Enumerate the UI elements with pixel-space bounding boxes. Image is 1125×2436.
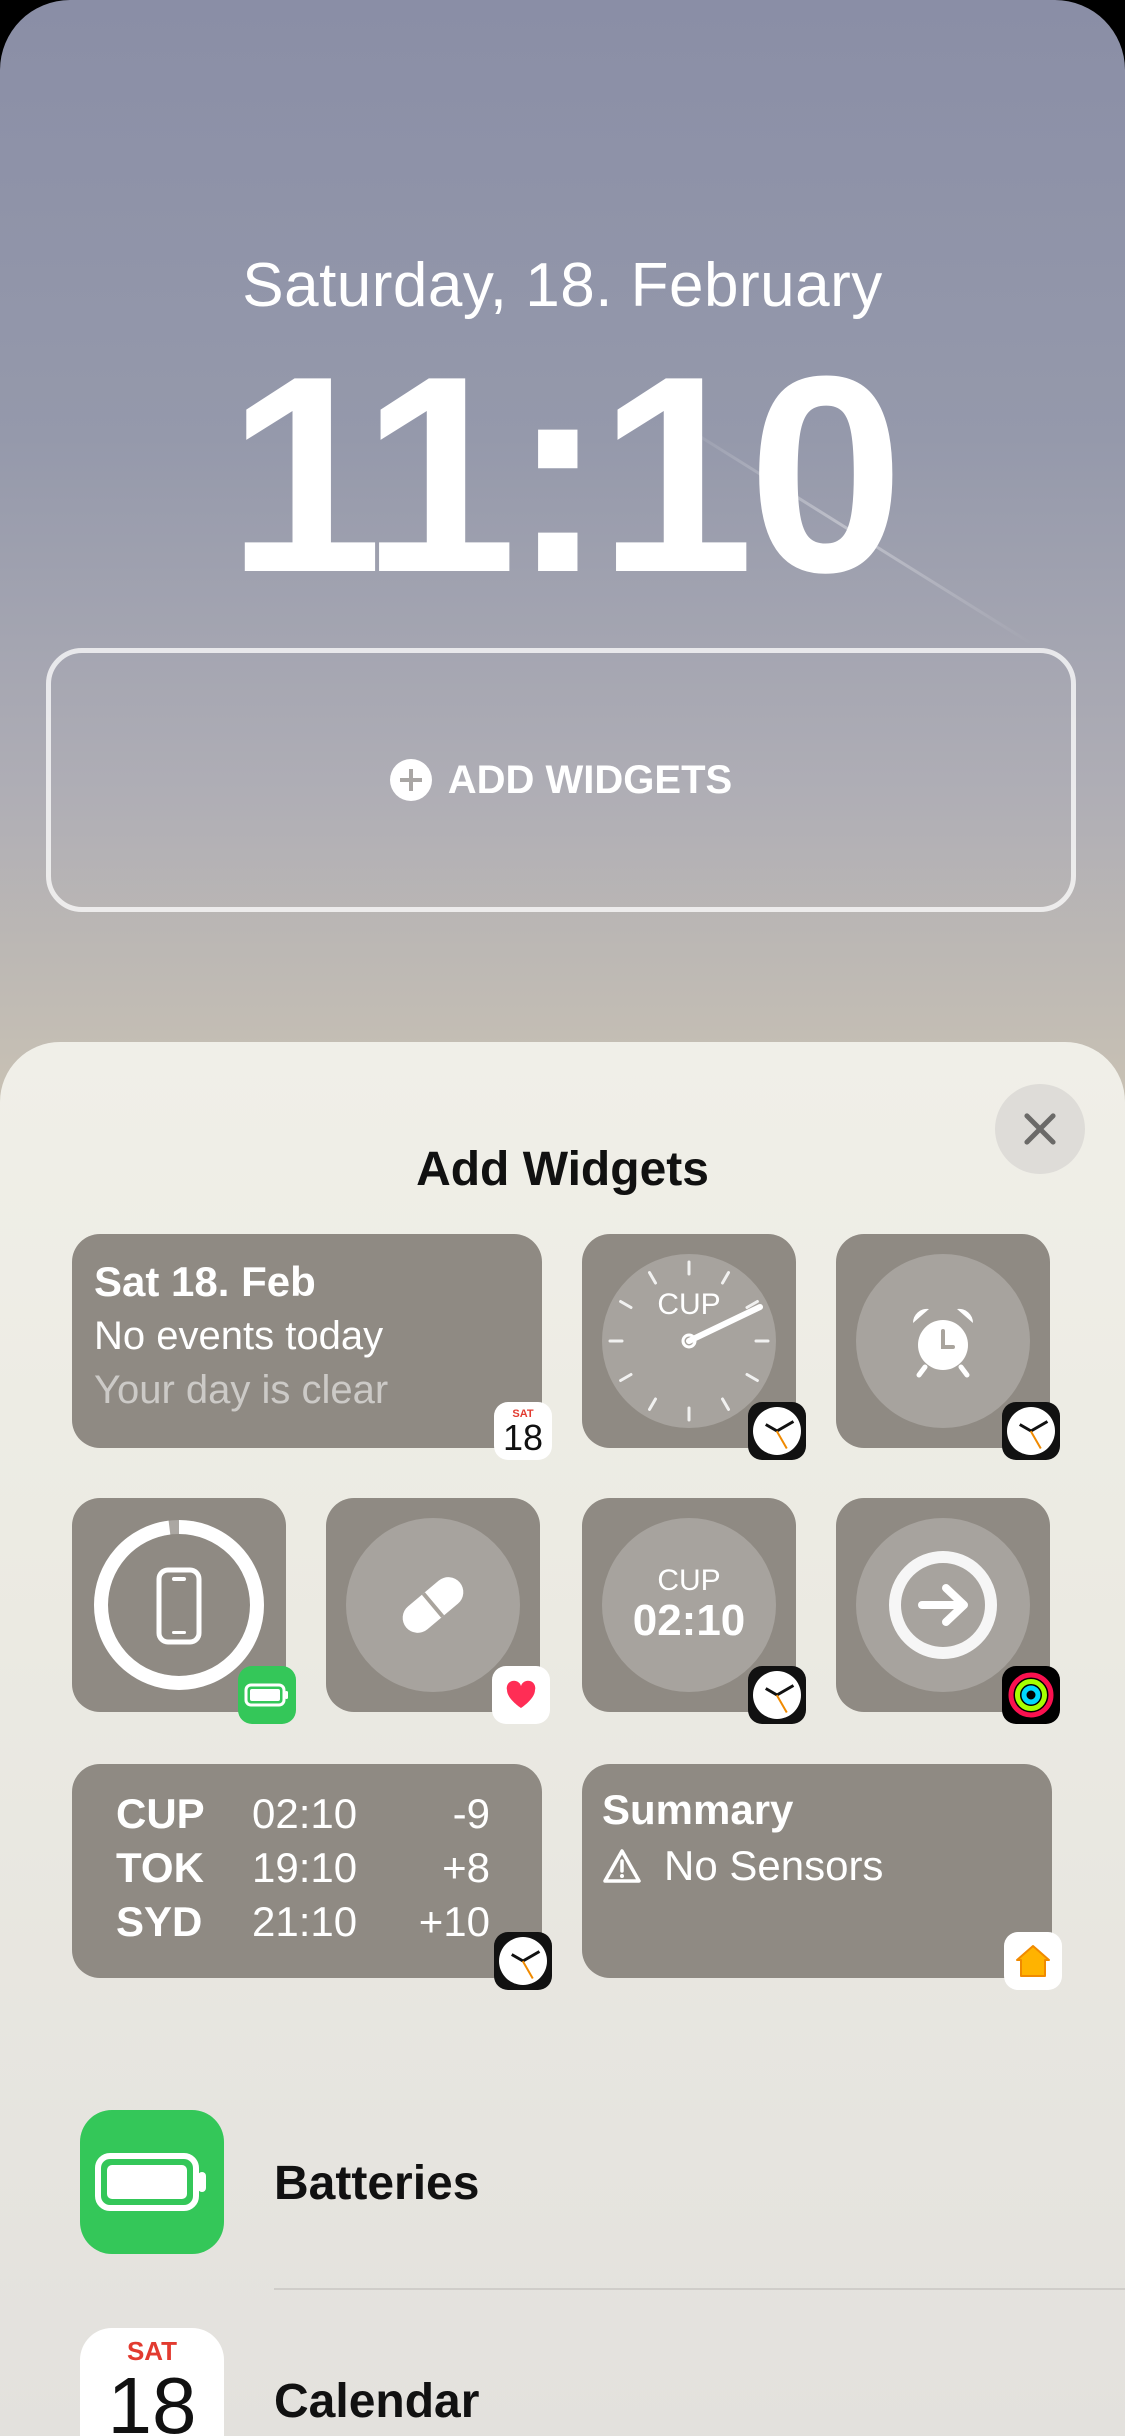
batteries-app-icon — [80, 2110, 224, 2254]
analog-clock-face: CUP — [602, 1254, 776, 1428]
analog-clock-widget[interactable]: CUP — [582, 1234, 806, 1460]
add-widgets-area[interactable]: ADD WIDGETS — [46, 648, 1076, 912]
world-clock-table: CUP 02:10 -9 TOK 19:10 +8 SYD 21:10 +10 — [116, 1790, 516, 1952]
house-icon — [1016, 1945, 1050, 1977]
world-clock-city: CUP — [116, 1790, 205, 1837]
clock-icon — [1007, 1407, 1055, 1455]
world-clock-offset: -9 — [452, 1790, 490, 1837]
home-summary-status-row: No Sensors — [602, 1842, 883, 1890]
clock-app-badge — [494, 1932, 552, 1990]
world-clock-time: 02:10 — [252, 1790, 358, 1837]
fitness-app-badge — [1002, 1666, 1060, 1724]
battery-ring — [94, 1520, 264, 1690]
add-widgets-label: ADD WIDGETS — [447, 757, 733, 802]
medications-widget[interactable] — [326, 1498, 550, 1724]
fitness-widget[interactable] — [836, 1498, 1060, 1724]
medications-circle — [346, 1518, 520, 1692]
calendar-widget-line2: Your day is clear — [94, 1368, 389, 1412]
health-app-badge — [492, 1666, 550, 1724]
alarm-widget[interactable] — [836, 1234, 1060, 1460]
calendar-widget-line1: No events today — [94, 1314, 384, 1358]
calendar-badge-day: 18 — [502, 1416, 544, 1458]
clock-icon — [753, 1671, 801, 1719]
digital-clock-circle: CUP 02:10 — [602, 1518, 776, 1692]
calendar-app-icon: SAT 18 — [80, 2328, 224, 2436]
fitness-circle — [856, 1518, 1030, 1692]
world-clock-row: TOK 19:10 +8 — [116, 1844, 516, 1898]
calendar-icon-day: 18 — [107, 2361, 197, 2436]
lock-date[interactable]: Saturday, 18. February — [0, 250, 1125, 321]
home-summary-widget[interactable]: Summary No Sensors — [582, 1764, 1062, 1990]
clock-app-badge — [1002, 1402, 1060, 1460]
lock-time[interactable]: 11:10 — [0, 335, 1125, 615]
alarm-circle — [856, 1254, 1030, 1428]
lock-screen: Saturday, 18. February 11:10 ADD WIDGETS… — [0, 0, 1125, 2436]
app-list-item-batteries[interactable]: Batteries — [0, 2110, 1125, 2260]
world-clock-offset: +8 — [442, 1844, 490, 1891]
app-list-label: Batteries — [274, 2157, 480, 2210]
clock-app-badge — [748, 1666, 806, 1724]
world-clock-time: 19:10 — [252, 1844, 358, 1891]
calendar-widget[interactable]: Sat 18. Feb No events today Your day is … — [72, 1234, 552, 1460]
home-summary-title: Summary — [602, 1786, 794, 1833]
clock-icon — [753, 1407, 801, 1455]
calendar-widget-date: Sat 18. Feb — [94, 1258, 316, 1305]
digital-clock-widget[interactable]: CUP 02:10 — [582, 1498, 806, 1724]
digital-clock-city: CUP — [657, 1564, 721, 1598]
world-clock-city: SYD — [116, 1898, 203, 1945]
battery-widget[interactable] — [72, 1498, 296, 1724]
home-summary-status: No Sensors — [664, 1842, 884, 1889]
world-clock-row: CUP 02:10 -9 — [116, 1790, 516, 1844]
clock-icon — [499, 1937, 547, 1985]
calendar-app-badge: SAT 18 — [494, 1402, 552, 1460]
clock-ticks-icon — [608, 1260, 770, 1422]
add-widgets-sheet: Add Widgets Sat 18. Feb No events today … — [0, 1042, 1125, 2436]
activity-rings-icon — [1008, 1672, 1054, 1718]
clock-app-badge — [748, 1402, 806, 1460]
batteries-app-badge — [238, 1666, 296, 1724]
arrow-right-icon — [889, 1551, 997, 1659]
plus-circle-icon — [389, 759, 432, 801]
analog-clock-city: CUP — [657, 1288, 721, 1321]
world-clock-offset: +10 — [418, 1898, 490, 1945]
warning-icon — [603, 1849, 641, 1883]
world-clock-widget[interactable]: CUP 02:10 -9 TOK 19:10 +8 SYD 21:10 +10 — [72, 1764, 552, 1990]
world-clock-city: TOK — [116, 1844, 204, 1891]
app-list-label: Calendar — [274, 2375, 480, 2428]
world-clock-time: 21:10 — [252, 1898, 358, 1945]
close-button[interactable] — [995, 1084, 1085, 1174]
pill-icon — [402, 1577, 464, 1633]
heart-icon — [506, 1680, 536, 1708]
app-list-item-calendar[interactable]: SAT 18 Calendar — [0, 2328, 1125, 2436]
sheet-title: Add Widgets — [416, 1143, 709, 1196]
list-divider — [274, 2288, 1125, 2290]
alarm-clock-icon — [912, 1308, 974, 1378]
world-clock-row: SYD 21:10 +10 — [116, 1898, 516, 1952]
digital-clock-time: 02:10 — [632, 1596, 746, 1646]
battery-icon — [95, 2153, 206, 2211]
home-app-badge — [1004, 1932, 1062, 1990]
battery-icon — [244, 1683, 288, 1707]
